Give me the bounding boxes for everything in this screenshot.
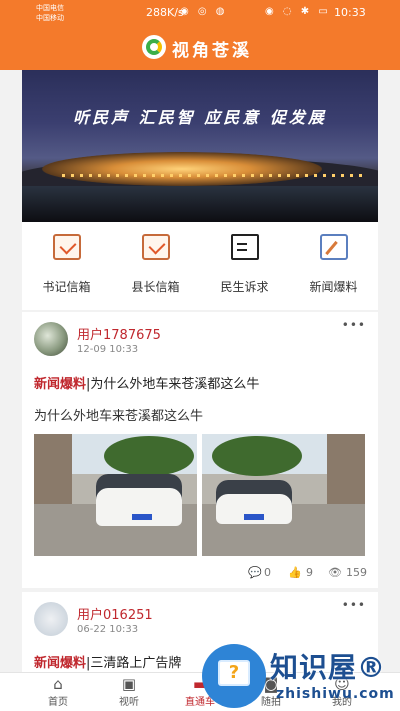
quick-link-county-mailbox[interactable]: 县长信箱: [111, 234, 200, 295]
quick-link-label: 书记信箱: [42, 280, 91, 294]
post-tag: 新闻爆料: [34, 656, 87, 671]
status-bar: 中国电信 中国移动 288K/s ◉ ◎ ◍ ◉ ◌ ✱ ▭ 10:33: [0, 0, 400, 26]
post-stats: 💬 0 👍 9 👁 159: [22, 566, 378, 582]
post-date: 06-22 10:33: [77, 624, 139, 635]
post-tag: 新闻爆料: [34, 377, 87, 392]
more-options-icon[interactable]: •••: [342, 318, 366, 332]
clock: 10:33: [334, 6, 366, 19]
avatar[interactable]: [34, 602, 68, 636]
post-username[interactable]: 用户1787675: [77, 324, 161, 343]
notification-icons: ◉ ◎ ◍: [180, 6, 228, 17]
system-icons: ◉ ◌ ✱ ▭: [265, 6, 331, 17]
document-edit-icon: [230, 234, 259, 260]
home-icon: ⌂: [53, 675, 63, 693]
pen-icon: [319, 234, 348, 260]
envelope-icon: [141, 234, 170, 260]
app-header: 视角苍溪: [0, 26, 400, 70]
post-username[interactable]: 用户016251: [77, 604, 153, 623]
quick-link-secretary-mailbox[interactable]: 书记信箱: [22, 234, 111, 295]
network-speed: 288K/s: [146, 6, 184, 19]
app-logo-icon: [142, 35, 166, 59]
banner-river: [22, 186, 378, 222]
tab-label: 视听: [119, 697, 139, 708]
quick-link-livelihood-appeal[interactable]: 民生诉求: [200, 234, 289, 295]
quick-link-news-tip[interactable]: 新闻爆料: [289, 234, 378, 295]
avatar[interactable]: [34, 322, 68, 356]
banner-lights: [62, 174, 362, 177]
carrier-info: 中国电信 中国移动: [36, 3, 64, 23]
quick-link-label: 县长信箱: [131, 280, 180, 294]
more-options-icon[interactable]: •••: [342, 598, 366, 612]
banner-town-lights: [42, 152, 322, 186]
watermark-question-icon: ?: [218, 660, 250, 686]
quick-links: 书记信箱 县长信箱 民生诉求 新闻爆料: [22, 222, 378, 310]
comment-count: 0: [264, 566, 271, 579]
comment-icon[interactable]: 💬: [248, 566, 262, 579]
post-photo-1[interactable]: [34, 434, 197, 556]
app-title: 视角苍溪: [172, 41, 252, 61]
watermark-text: 知识屋®: [270, 651, 387, 684]
carrier-2: 中国移动: [36, 14, 64, 22]
like-icon[interactable]: 👍: [288, 566, 302, 579]
watermark-url: zhishiwu.com: [276, 686, 395, 702]
post-title-text: 为什么外地车来苍溪都这么牛: [90, 377, 260, 392]
banner-slogan: 听民声 汇民智 应民意 促发展: [73, 108, 327, 127]
like-count: 9: [306, 566, 313, 579]
carrier-1: 中国电信: [36, 4, 64, 12]
view-count: 159: [346, 566, 367, 579]
post-title-text: 三清路上广告牌: [90, 656, 182, 671]
post-title[interactable]: 新闻爆料|为什么外地车来苍溪都这么牛: [34, 373, 259, 392]
envelope-icon: [52, 234, 81, 260]
quick-link-label: 新闻爆料: [309, 280, 358, 294]
post-card[interactable]: 用户1787675 12-09 10:33 ••• 新闻爆料|为什么外地车来苍溪…: [22, 312, 378, 588]
quick-link-label: 民生诉求: [220, 280, 269, 294]
banner-image[interactable]: 听民声 汇民智 应民意 促发展: [22, 70, 378, 222]
post-photo-2[interactable]: [202, 434, 365, 556]
view-icon: 👁: [328, 566, 342, 579]
post-date: 12-09 10:33: [77, 344, 139, 355]
tab-label: 首页: [48, 697, 68, 708]
tab-video[interactable]: ▣ 视听: [99, 675, 159, 708]
tab-home[interactable]: ⌂ 首页: [28, 675, 88, 708]
tv-icon: ▣: [121, 675, 137, 693]
post-description: 为什么外地车来苍溪都这么牛: [34, 409, 204, 424]
post-title[interactable]: 新闻爆料|三清路上广告牌: [34, 652, 181, 671]
